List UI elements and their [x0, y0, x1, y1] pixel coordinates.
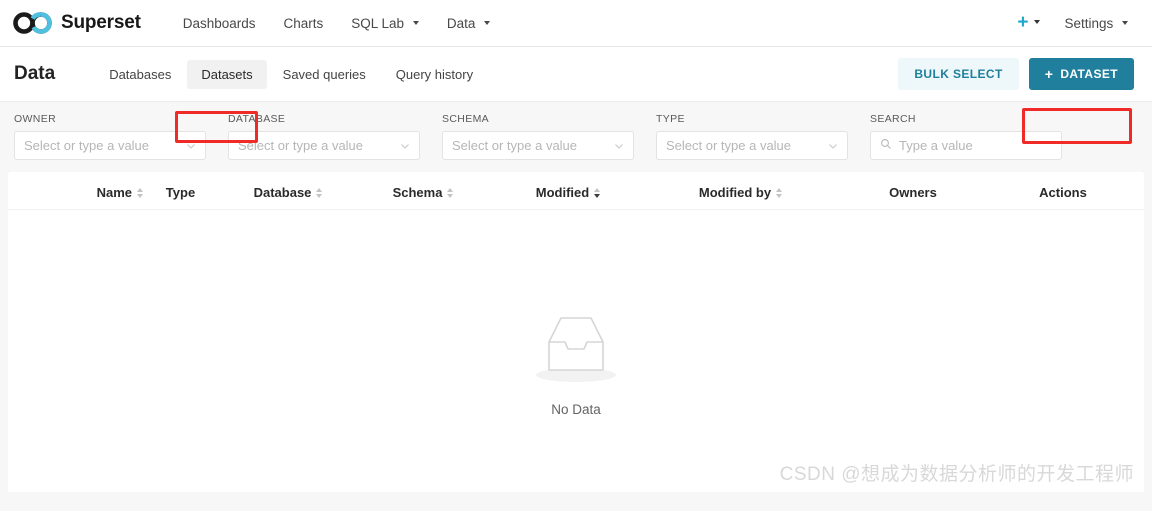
filter-schema-label: SCHEMA	[442, 113, 490, 125]
chevron-down-icon	[1122, 20, 1128, 25]
filter-type-label: TYPE	[656, 113, 685, 125]
chevron-down-icon	[400, 141, 410, 151]
column-header-type: Type	[143, 185, 218, 200]
empty-state-text: No Data	[551, 402, 601, 417]
column-header-database-label: Database	[253, 185, 312, 200]
superset-brand[interactable]: Superset	[12, 12, 141, 34]
column-header-name[interactable]: Name	[8, 185, 143, 200]
empty-inbox-icon	[527, 310, 625, 388]
filter-type-select[interactable]: Select or type a value	[656, 131, 848, 160]
csdn-watermark: CSDN @想成为数据分析师的开发工程师	[779, 464, 1134, 485]
bulk-select-button[interactable]: BULK SELECT	[898, 58, 1019, 90]
column-header-owners-label: Owners	[889, 185, 937, 200]
search-box[interactable]	[870, 131, 1075, 160]
nav-link-dashboards-label: Dashboards	[182, 15, 256, 31]
column-header-database[interactable]: Database	[218, 185, 358, 200]
page-subheader: Data Databases Datasets Saved queries Qu…	[0, 47, 1152, 144]
plus-icon: +	[1017, 11, 1029, 33]
tab-databases[interactable]: Databases	[95, 60, 185, 89]
filter-type-placeholder: Select or type a value	[666, 138, 792, 153]
column-header-modified-by[interactable]: Modified by	[648, 185, 833, 200]
column-header-type-label: Type	[165, 185, 196, 200]
filter-search: SEARCH	[870, 113, 1075, 160]
sort-icon	[447, 187, 454, 198]
nav-link-charts-label: Charts	[283, 15, 324, 31]
column-header-actions: Actions	[993, 185, 1133, 200]
column-header-schema-label: Schema	[392, 185, 443, 200]
plus-icon: +	[1044, 66, 1054, 82]
filter-database-select[interactable]: Select or type a value	[228, 131, 420, 160]
chevron-down-icon	[614, 141, 624, 151]
nav-link-data-label: Data	[446, 15, 476, 31]
search-icon	[880, 137, 892, 155]
add-dataset-button-label: DATASET	[1060, 67, 1118, 81]
nav-link-dashboards[interactable]: Dashboards	[169, 0, 270, 47]
brand-name-label: Superset	[61, 12, 141, 33]
sort-icon	[316, 187, 323, 198]
tab-datasets[interactable]: Datasets	[187, 59, 267, 89]
filter-owner-select[interactable]: Select or type a value	[14, 131, 206, 160]
tab-datasets-label: Datasets	[201, 66, 253, 82]
add-dataset-button[interactable]: + DATASET	[1028, 58, 1134, 90]
filter-owner-label: OWNER	[14, 113, 56, 125]
chevron-down-icon	[484, 20, 491, 25]
subheader-actions: BULK SELECT + DATASET	[898, 58, 1134, 90]
main-nav-links: Dashboards Charts SQL Lab Data	[169, 0, 504, 47]
filter-bar: OWNER Select or type a value DATABASE Se…	[0, 102, 1152, 172]
sort-icon	[594, 187, 601, 198]
settings-menu-label: Settings	[1064, 15, 1114, 31]
filter-database-label: DATABASE	[228, 113, 286, 125]
column-header-schema[interactable]: Schema	[358, 185, 488, 200]
column-header-modified-by-label: Modified by	[698, 185, 772, 200]
filter-database-placeholder: Select or type a value	[238, 138, 364, 153]
chevron-down-icon	[186, 141, 196, 151]
superset-logo-icon	[12, 12, 54, 34]
nav-link-data[interactable]: Data	[433, 0, 504, 47]
filter-owner: OWNER Select or type a value	[14, 113, 206, 160]
column-header-modified[interactable]: Modified	[488, 185, 648, 200]
column-header-actions-label: Actions	[1039, 185, 1087, 200]
column-header-name-label: Name	[96, 185, 132, 200]
chevron-down-icon	[828, 141, 838, 151]
top-navigation-bar: Superset Dashboards Charts SQL Lab Data …	[0, 0, 1152, 47]
column-header-owners: Owners	[833, 185, 993, 200]
filter-search-label: SEARCH	[870, 113, 916, 125]
nav-link-sql-lab[interactable]: SQL Lab	[337, 0, 433, 47]
filter-schema: SCHEMA Select or type a value	[442, 113, 634, 160]
empty-state: No Data	[8, 210, 1144, 417]
sort-icon	[776, 187, 783, 198]
page-title: Data	[14, 63, 56, 84]
top-nav-right-actions: + Settings	[1011, 11, 1138, 33]
chevron-down-icon	[412, 20, 419, 25]
nav-link-charts[interactable]: Charts	[270, 0, 338, 47]
datasets-table-header-row: Name Type Database Schema Modified Modif…	[8, 172, 1144, 210]
settings-menu[interactable]: Settings	[1054, 16, 1138, 31]
search-input[interactable]	[899, 138, 1075, 153]
nav-link-sql-lab-label: SQL Lab	[351, 15, 405, 31]
tab-databases-label: Databases	[109, 66, 172, 82]
filter-type: TYPE Select or type a value	[656, 113, 848, 160]
data-section-tabs: Databases Datasets Saved queries Query h…	[95, 59, 487, 89]
tab-query-history-label: Query history	[395, 66, 474, 82]
tab-query-history[interactable]: Query history	[382, 60, 487, 89]
column-header-modified-label: Modified	[535, 185, 590, 200]
datasets-table-card: Name Type Database Schema Modified Modif…	[8, 172, 1144, 492]
tab-saved-queries[interactable]: Saved queries	[269, 60, 380, 89]
filter-database: DATABASE Select or type a value	[228, 113, 420, 160]
tab-saved-queries-label: Saved queries	[282, 66, 366, 82]
filter-owner-placeholder: Select or type a value	[24, 138, 150, 153]
filter-schema-select[interactable]: Select or type a value	[442, 131, 634, 160]
new-item-menu[interactable]: +	[1011, 11, 1046, 33]
filter-schema-placeholder: Select or type a value	[452, 138, 578, 153]
chevron-down-icon	[1034, 20, 1041, 24]
